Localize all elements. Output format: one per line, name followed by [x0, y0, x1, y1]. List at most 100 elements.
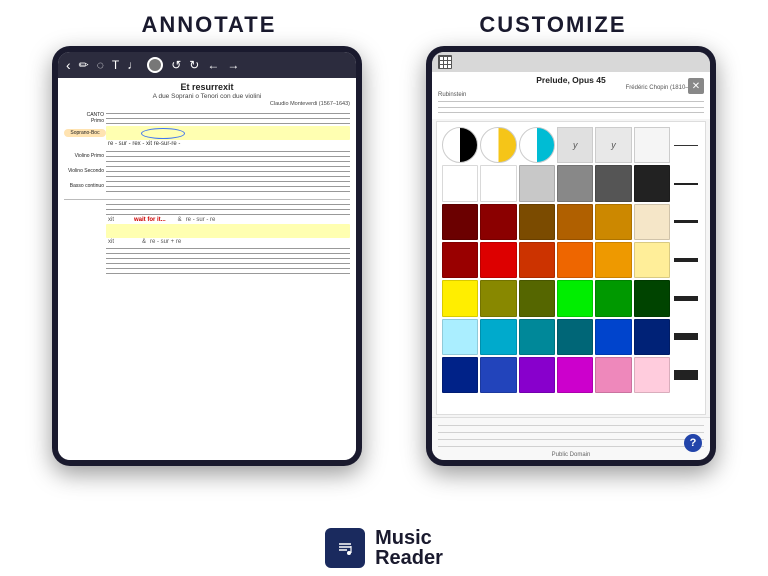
staff-violino2: [106, 164, 350, 178]
color-row-6: [442, 319, 700, 355]
color-swatch-r7-c1[interactable]: [442, 357, 478, 393]
color-swatch-r4-c5[interactable]: [595, 242, 631, 278]
line-sample-4[interactable]: [672, 242, 700, 278]
logo-text: Music Reader: [375, 528, 443, 568]
color-swatch-r2-c3[interactable]: [519, 165, 555, 201]
color-swatch-r7-c4[interactable]: [557, 357, 593, 393]
score-subtitle: A due Soprani o Tenori con due violini: [64, 93, 350, 100]
color-swatch-r3-c2[interactable]: [480, 204, 516, 240]
instrument-label: Rubinstein: [438, 92, 704, 98]
customize-heading: CUSTOMIZE: [479, 12, 626, 38]
music-icon[interactable]: ♩: [127, 58, 139, 72]
swatch-y1[interactable]: y: [557, 127, 593, 163]
redo-icon[interactable]: ↻: [189, 58, 199, 72]
color-swatch-r2-c6[interactable]: [634, 165, 670, 201]
color-row-5: [442, 280, 700, 316]
color-swatch-r4-c2[interactable]: [480, 242, 516, 278]
logo-reader: Reader: [375, 548, 443, 568]
color-swatch-r5-c1[interactable]: [442, 280, 478, 316]
bottom-lyrics1: xitwait for it...&re - sur - re: [108, 217, 350, 223]
system-divider: [64, 199, 350, 200]
line-sample-1[interactable]: [672, 127, 700, 163]
staff-system: CANTOPrimo Soprano-Boc re - sur - rex - …: [64, 111, 350, 193]
color-swatch-r7-c3[interactable]: [519, 357, 555, 393]
part-label-violino2: Violino Secondo: [64, 168, 106, 174]
color-swatch-r7-c5[interactable]: [595, 357, 631, 393]
color-circle[interactable]: [147, 57, 163, 73]
prelude-composer: Frédéric Chopin (1810–1849): [438, 85, 704, 91]
text-icon[interactable]: T: [112, 58, 119, 72]
score-preview: Prelude, Opus 45 Frédéric Chopin (1810–1…: [432, 72, 710, 119]
staff-soprano: [106, 126, 350, 140]
color-row-7: [442, 357, 700, 393]
bottom-staff1: [106, 202, 350, 216]
staff-basso: [106, 179, 350, 193]
public-domain-label: Public Domain: [438, 452, 704, 458]
color-swatch-r3-c5[interactable]: [595, 204, 631, 240]
line-sample-6[interactable]: [672, 319, 700, 355]
swatch-y2[interactable]: y: [595, 127, 631, 163]
color-swatch-r6-c6[interactable]: [634, 319, 670, 355]
color-swatch-r5-c6[interactable]: [634, 280, 670, 316]
annotate-tablet: ‹ ✏ ◌ T ♩ ↺ ↻ ← → Et resurrexit A due So…: [52, 46, 362, 466]
close-button[interactable]: ✕: [688, 78, 704, 94]
color-swatch-r6-c2[interactable]: [480, 319, 516, 355]
wait-text: wait for it...: [134, 217, 166, 223]
logo-icon: [325, 528, 365, 568]
color-swatch-r2-c4[interactable]: [557, 165, 593, 201]
color-swatch-r7-c2[interactable]: [480, 357, 516, 393]
color-swatches-grid: [442, 165, 700, 393]
color-swatch-r6-c4[interactable]: [557, 319, 593, 355]
grid-icon[interactable]: [438, 55, 452, 69]
color-swatch-r4-c3[interactable]: [519, 242, 555, 278]
undo-icon[interactable]: ↺: [171, 58, 181, 72]
arrow-left-icon[interactable]: ←: [207, 58, 219, 72]
color-row-1: y y: [442, 127, 700, 163]
line-sample-3[interactable]: [672, 204, 700, 240]
line-sample-2[interactable]: [672, 165, 700, 201]
color-swatch-r3-c4[interactable]: [557, 204, 593, 240]
pencil-icon[interactable]: ✏: [79, 58, 89, 72]
color-swatch-r5-c3[interactable]: [519, 280, 555, 316]
color-swatch-r3-c6[interactable]: [634, 204, 670, 240]
color-swatch-r5-c5[interactable]: [595, 280, 631, 316]
color-swatch-r2-c5[interactable]: [595, 165, 631, 201]
arrow-right-icon[interactable]: →: [227, 58, 239, 72]
back-icon[interactable]: ‹: [66, 57, 71, 73]
color-picker-panel: y y: [436, 121, 706, 415]
color-swatch-r6-c3[interactable]: [519, 319, 555, 355]
color-swatch-r7-c6[interactable]: [634, 357, 670, 393]
color-swatch-r2-c1[interactable]: [442, 165, 478, 201]
annotate-toolbar: ‹ ✏ ◌ T ♩ ↺ ↻ ← →: [58, 52, 356, 78]
color-swatch-r3-c1[interactable]: [442, 204, 478, 240]
color-row-3: [442, 204, 700, 240]
sheet-music-area: Et resurrexit A due Soprani o Tenori con…: [58, 78, 356, 460]
line-sample-7[interactable]: [672, 357, 700, 393]
highlight-icon[interactable]: ◌: [97, 58, 104, 72]
staff-canto: [106, 111, 350, 125]
color-swatch-r5-c4[interactable]: [557, 280, 593, 316]
swatch-half-yellow[interactable]: [480, 127, 516, 163]
part-label-canto: CANTOPrimo: [64, 112, 106, 124]
footer: Music Reader: [325, 516, 443, 576]
color-swatch-r5-c2[interactable]: [480, 280, 516, 316]
color-swatch-r6-c1[interactable]: [442, 319, 478, 355]
color-swatch-r4-c1[interactable]: [442, 242, 478, 278]
color-swatch-r4-c4[interactable]: [557, 242, 593, 278]
swatch-half-black[interactable]: [442, 127, 478, 163]
color-swatch-r2-c2[interactable]: [480, 165, 516, 201]
bottom-lyrics2: xit&re - sur + re: [108, 239, 350, 245]
swatch-half-cyan[interactable]: [519, 127, 555, 163]
color-swatch-r4-c6[interactable]: [634, 242, 670, 278]
line-sample-5[interactable]: [672, 280, 700, 316]
color-swatch-r6-c5[interactable]: [595, 319, 631, 355]
bottom-score-music: [438, 422, 704, 450]
help-button[interactable]: ?: [684, 434, 702, 452]
staff-violino1: [106, 149, 350, 163]
part-label-soprano: Soprano-Boc: [64, 129, 106, 137]
part-label-basso: Basso continuo: [64, 183, 106, 189]
color-swatch-r3-c3[interactable]: [519, 204, 555, 240]
bottom-section: xitwait for it...&re - sur - re xit&re -…: [64, 202, 350, 275]
lyrics-line1: re - sur - rex - xit re-sur-re -: [108, 141, 350, 147]
swatch-blank[interactable]: [634, 127, 670, 163]
